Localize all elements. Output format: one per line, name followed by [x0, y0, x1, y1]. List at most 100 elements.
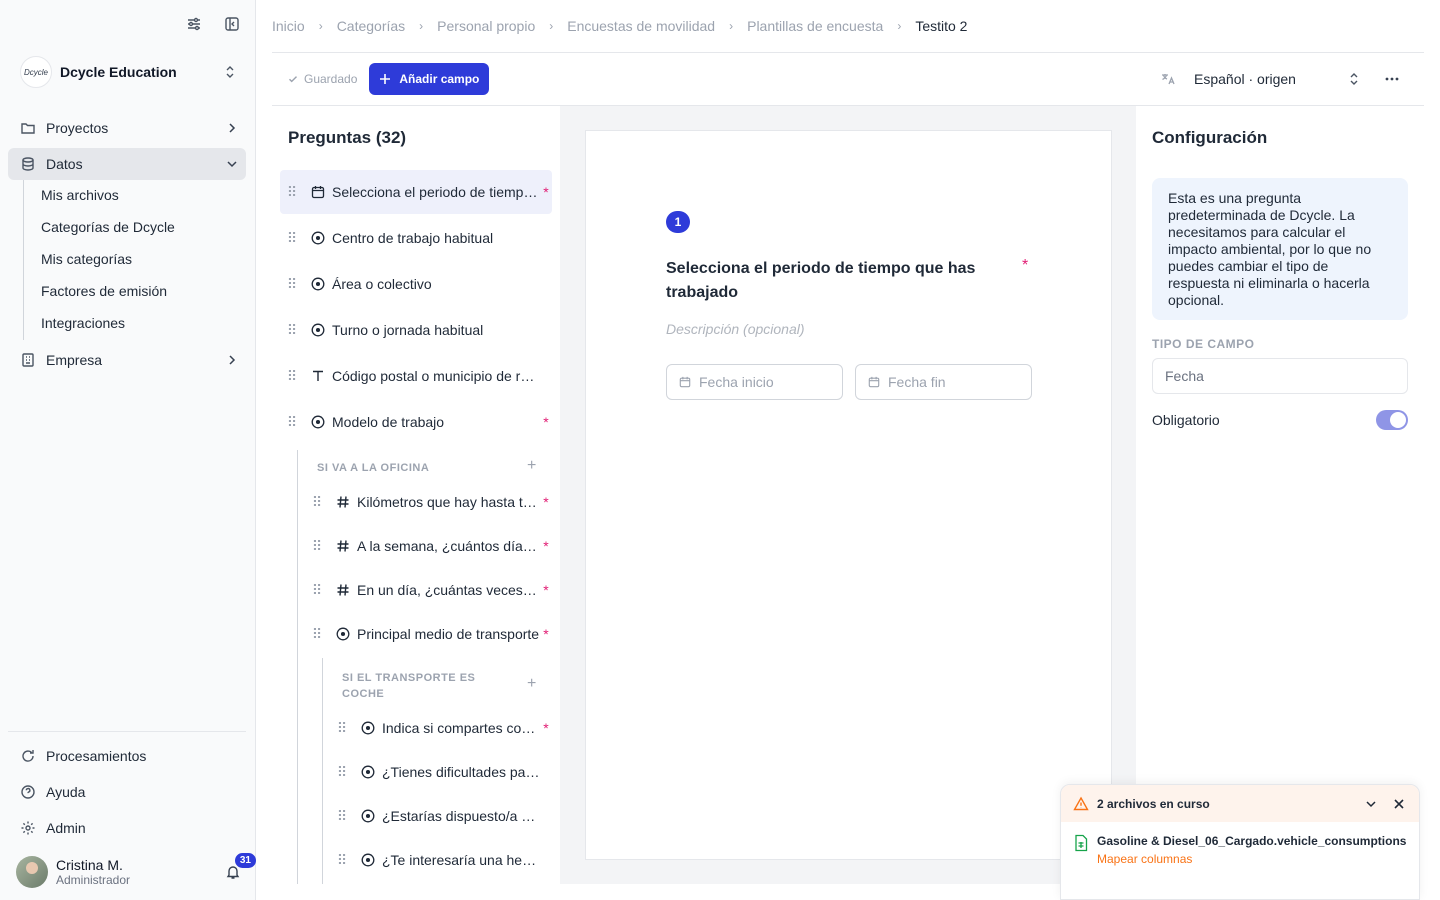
header-divider [272, 52, 1424, 53]
question-item[interactable]: ⠿ ¿Estarías dispuesto/a a compartir coch… [330, 794, 552, 838]
more-options-icon[interactable] [1382, 69, 1402, 89]
drag-handle-icon[interactable]: ⠿ [311, 538, 323, 555]
question-item[interactable]: ⠿ Modelo de trabajo * [280, 400, 552, 444]
end-date-input[interactable]: Fecha fin [855, 364, 1032, 400]
sidebar-divider [8, 731, 246, 732]
subnav-my-categories[interactable]: Mis categorías [41, 251, 132, 267]
chevron-down-icon[interactable] [1361, 794, 1381, 814]
question-text: Indica si compartes coche [382, 720, 540, 736]
question-item[interactable]: ⠿ Principal medio de transporte * [305, 612, 552, 656]
add-to-section-icon[interactable]: + [527, 457, 536, 475]
organization-switcher[interactable]: Dcycle Dcycle Education [20, 56, 240, 88]
nav-help[interactable]: Ayuda [8, 776, 246, 808]
chevron-up-down-icon [1344, 69, 1364, 89]
question-text: Kilómetros que hay hasta tu centro de tr… [357, 494, 540, 510]
toolbar: Guardado Añadir campo Español · origen [272, 62, 1424, 96]
breadcrumb-item[interactable]: Inicio [272, 18, 305, 34]
question-text: En un día, ¿cuántas veces haces el traye… [357, 582, 540, 598]
add-to-section-icon[interactable]: + [527, 675, 536, 693]
question-heading[interactable]: Selecciona el periodo de tiempo que has … [666, 257, 1006, 305]
nav-processing[interactable]: Procesamientos [8, 740, 246, 772]
question-item[interactable]: ⠿ ¿Tienes dificultades para aparcar? [330, 750, 552, 794]
question-item[interactable]: ⠿ Centro de trabajo habitual [280, 216, 552, 260]
radio-icon [310, 230, 326, 246]
close-icon[interactable] [1389, 794, 1409, 814]
drag-handle-icon[interactable]: ⠿ [311, 582, 323, 599]
nav-admin[interactable]: Admin [8, 812, 246, 844]
question-text: ¿Estarías dispuesto/a a compartir coche? [382, 808, 540, 824]
user-name: Cristina M. [56, 857, 123, 873]
question-text: ¿Tienes dificultades para aparcar? [382, 764, 540, 780]
drag-handle-icon[interactable]: ⠿ [286, 276, 298, 293]
hash-icon [335, 538, 351, 554]
required-toggle[interactable] [1376, 410, 1408, 430]
nav-company-label: Empresa [46, 352, 103, 368]
toast-title: 2 archivos en curso [1097, 796, 1210, 811]
question-item[interactable]: ⠿ Selecciona el periodo de tiempo que ha… [280, 170, 552, 214]
chevron-right-icon: › [729, 19, 734, 33]
drag-handle-icon[interactable]: ⠿ [311, 626, 323, 643]
question-item[interactable]: ⠿ En un día, ¿cuántas veces haces el tra… [305, 568, 552, 612]
language-label: Español · origen [1194, 71, 1296, 87]
user-role: Administrador [56, 873, 131, 887]
drag-handle-icon[interactable]: ⠿ [286, 322, 298, 339]
sliders-icon[interactable] [184, 14, 204, 34]
hash-icon [335, 582, 351, 598]
chevron-right-icon: › [897, 19, 902, 33]
calendar-icon [310, 184, 326, 200]
drag-handle-icon[interactable]: ⠿ [336, 808, 348, 825]
bell-icon[interactable]: 31 [222, 853, 256, 883]
radio-icon [360, 720, 376, 736]
breadcrumb-item[interactable]: Categorías [337, 18, 405, 34]
start-date-input[interactable]: Fecha inicio [666, 364, 843, 400]
drag-handle-icon[interactable]: ⠿ [311, 494, 323, 511]
user-menu[interactable]: Cristina M. Administrador 31 [16, 853, 256, 888]
collapse-sidebar-icon[interactable] [222, 14, 242, 34]
questions-panel: Preguntas (32) ⠿ Selecciona el periodo d… [272, 106, 560, 884]
data-subnav: Mis archivos Categorías de Dcycle Mis ca… [23, 180, 175, 340]
required-marker: * [543, 720, 549, 736]
breadcrumb-item[interactable]: Plantillas de encuesta [747, 18, 883, 34]
question-item[interactable]: ⠿ Kilómetros que hay hasta tu centro de … [305, 480, 552, 524]
gear-icon [18, 818, 38, 838]
question-item[interactable]: ⠿ Turno o jornada habitual [280, 308, 552, 352]
question-item[interactable]: ⠿ Área o colectivo [280, 262, 552, 306]
breadcrumb-item[interactable]: Personal propio [437, 18, 535, 34]
drag-handle-icon[interactable]: ⠿ [336, 764, 348, 781]
subnav-emission-factors[interactable]: Factores de emisión [41, 283, 167, 299]
question-item[interactable]: ⠿ Código postal o municipio de residenci… [280, 354, 552, 398]
map-columns-link[interactable]: Mapear columnas [1097, 852, 1406, 866]
hash-icon [335, 494, 351, 510]
question-text: Turno o jornada habitual [332, 322, 484, 338]
subnav-integrations[interactable]: Integraciones [41, 315, 125, 331]
drag-handle-icon[interactable]: ⠿ [286, 184, 298, 201]
subnav-dcycle-categories[interactable]: Categorías de Dcycle [41, 219, 175, 235]
question-text: Principal medio de transporte [357, 626, 540, 642]
drag-handle-icon[interactable]: ⠿ [286, 368, 298, 385]
org-name: Dcycle Education [60, 64, 177, 80]
required-marker: * [543, 494, 549, 510]
help-icon [18, 782, 38, 802]
warning-icon [1073, 796, 1089, 810]
notification-badge: 31 [234, 853, 256, 868]
drag-handle-icon[interactable]: ⠿ [336, 852, 348, 869]
config-title: Configuración [1152, 128, 1268, 147]
section-title: SI VA A LA OFICINA [317, 462, 430, 474]
saved-label: Guardado [304, 72, 358, 86]
drag-handle-icon[interactable]: ⠿ [336, 720, 348, 737]
question-item[interactable]: ⠿ A la semana, ¿cuántos días vas a la of… [305, 524, 552, 568]
drag-handle-icon[interactable]: ⠿ [286, 230, 298, 247]
language-select[interactable]: Español · origen [1158, 62, 1364, 96]
add-field-button[interactable]: Añadir campo [369, 63, 490, 95]
breadcrumb-item[interactable]: Encuestas de movilidad [567, 18, 715, 34]
question-item[interactable]: ⠿ Indica si compartes coche * [330, 706, 552, 750]
nav-projects[interactable]: Proyectos [8, 112, 246, 144]
drag-handle-icon[interactable]: ⠿ [286, 414, 298, 431]
config-panel: Configuración Esta es una pregunta prede… [1136, 106, 1424, 884]
nav-company[interactable]: Empresa [8, 344, 246, 376]
description-input[interactable]: Descripción (opcional) [666, 321, 805, 337]
required-marker: * [543, 538, 549, 554]
subnav-my-files[interactable]: Mis archivos [41, 187, 119, 203]
question-item[interactable]: ⠿ ¿Te interesaría una herramienta para c… [330, 838, 552, 882]
nav-data[interactable]: Datos [8, 148, 246, 180]
